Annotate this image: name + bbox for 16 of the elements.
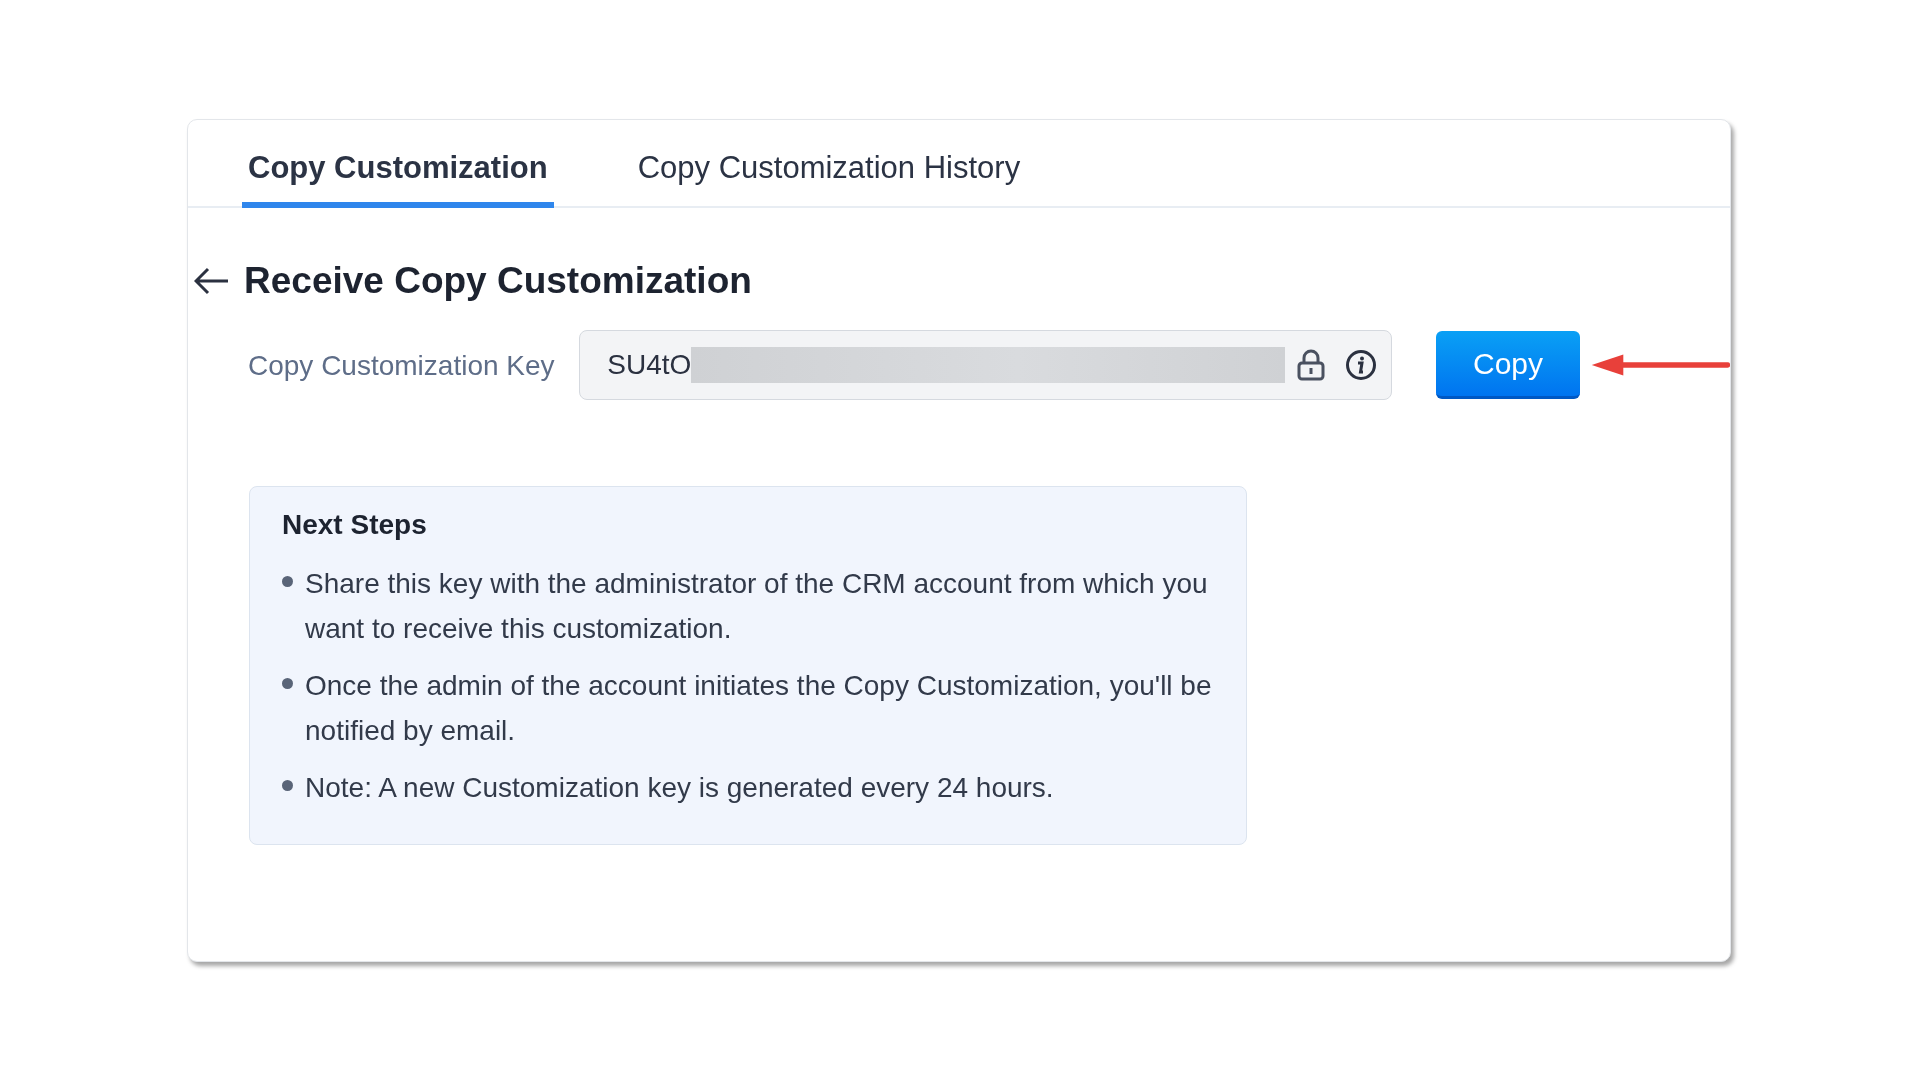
step-text: Note: A new Customization key is generated every 24 hours. xyxy=(305,771,1054,805)
info-icon[interactable] xyxy=(1345,349,1378,381)
tab[interactable]: Copy Customization History xyxy=(631,120,1027,208)
tab[interactable]: Copy Customization xyxy=(242,120,554,208)
panel-title: Next Steps xyxy=(282,509,428,541)
step-text: Once the admin of the account initiates the Copy Customization, you'll be notified by email. xyxy=(305,669,1213,748)
page-heading: Receive Copy Customization xyxy=(244,260,752,302)
bullet-icon xyxy=(282,576,293,587)
bullet-icon xyxy=(282,678,293,689)
key-field[interactable]: SU4tO xyxy=(579,330,1393,400)
field-label: Copy Customization Key xyxy=(248,348,556,383)
lock-icon xyxy=(1297,349,1326,381)
step-text: Share this key with the administrator of the CRM account from which you want to receive this customization. xyxy=(305,567,1209,646)
bullet-icon xyxy=(282,780,293,791)
back-arrow-icon[interactable] xyxy=(194,267,230,295)
copy-button[interactable]: Copy xyxy=(1436,331,1580,399)
